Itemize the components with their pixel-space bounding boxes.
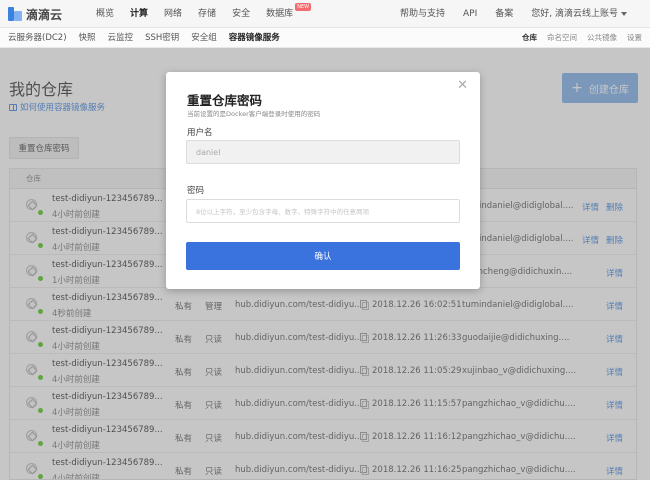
brand-name: 滴滴云	[26, 7, 63, 22]
reset-password-dialog: ✕ 重置仓库密码 当前设置的是Docker客户端登录时使用的密码 用户名 密码 …	[166, 72, 480, 289]
subnav-ssh-keys[interactable]: SSH密钥	[145, 28, 187, 48]
nav-security[interactable]: 安全	[224, 0, 258, 28]
brand-logo[interactable]: 滴滴云	[8, 5, 62, 23]
subnav-monitor[interactable]: 云监控	[108, 28, 142, 48]
dialog-title: 重置仓库密码	[187, 93, 263, 108]
nav-network[interactable]: 网络	[156, 0, 190, 28]
account-menu[interactable]: 您好, 滴滴云线上账号	[522, 0, 636, 28]
password-field[interactable]	[186, 199, 460, 223]
nav-database-label: 数据库	[266, 9, 294, 19]
new-badge: NEW	[295, 3, 312, 11]
username-field	[186, 140, 460, 164]
subnav-container-registry[interactable]: 容器镜像服务	[229, 28, 288, 48]
subnav-snapshot[interactable]: 快照	[79, 28, 104, 48]
account-greeting: 您好, 滴滴云线上账号	[531, 9, 618, 19]
chevron-down-icon	[621, 11, 627, 16]
confirm-button[interactable]: 确认	[186, 242, 460, 270]
tab-public-images[interactable]: 公共镜像	[577, 28, 617, 48]
nav-compute[interactable]: 计算	[122, 0, 156, 28]
close-icon[interactable]: ✕	[457, 78, 468, 93]
subnav-dc2[interactable]: 云服务器(DC2)	[8, 28, 75, 48]
nav-storage[interactable]: 存储	[190, 0, 224, 28]
tab-repositories[interactable]: 仓库	[512, 28, 537, 48]
subnav-security-group[interactable]: 安全组	[191, 28, 225, 48]
nav-database[interactable]: 数据库 NEW	[258, 0, 312, 28]
nav-help-support[interactable]: 帮助与支持	[391, 0, 454, 28]
tab-settings[interactable]: 设置	[617, 28, 642, 48]
username-label: 用户名	[187, 128, 213, 138]
tab-namespaces[interactable]: 命名空间	[537, 28, 577, 48]
product-subnav: 云服务器(DC2) 快照 云监控 SSH密钥 安全组 容器镜像服务 仓库 命名空…	[0, 28, 650, 48]
nav-filing[interactable]: 备案	[486, 0, 522, 28]
nav-overview[interactable]: 概览	[88, 0, 122, 28]
subnav-right: 仓库 命名空间 公共镜像 设置	[512, 28, 642, 48]
subnav-left: 云服务器(DC2) 快照 云监控 SSH密钥 安全组 容器镜像服务	[8, 28, 292, 48]
dialog-subtitle: 当前设置的是Docker客户端登录时使用的密码	[187, 110, 321, 118]
top-navigation-bar: 滴滴云 概览 计算 网络 存储 安全 数据库 NEW 帮助与支持 API 备案 您…	[0, 0, 650, 28]
logo-icon	[8, 5, 22, 23]
nav-api[interactable]: API	[454, 0, 486, 28]
top-right-nav: 帮助与支持 API 备案 您好, 滴滴云线上账号	[391, 0, 636, 28]
main-nav: 概览 计算 网络 存储 安全 数据库 NEW	[88, 0, 312, 28]
password-label: 密码	[187, 186, 205, 196]
